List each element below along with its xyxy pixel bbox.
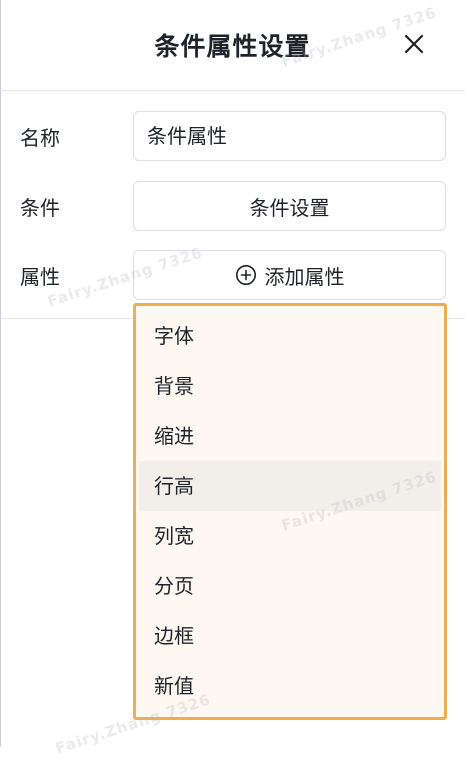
dropdown-item-line-height[interactable]: 行高 xyxy=(139,461,441,511)
dropdown-item-page-break[interactable]: 分页 xyxy=(139,561,441,611)
panel-left-border xyxy=(0,0,1,747)
add-attribute-label: 添加属性 xyxy=(264,264,345,289)
condition-label: 条件 xyxy=(20,196,60,220)
dropdown-item-column-width[interactable]: 列宽 xyxy=(139,511,441,561)
attribute-label: 属性 xyxy=(20,265,60,289)
add-attribute-button[interactable]: 添加属性 xyxy=(133,250,446,300)
condition-settings-button[interactable]: 条件设置 xyxy=(133,181,446,231)
name-input[interactable]: 条件属性 xyxy=(133,111,446,161)
header-divider xyxy=(0,90,465,91)
dropdown-item-indent[interactable]: 缩进 xyxy=(139,411,441,461)
dropdown-item-border[interactable]: 边框 xyxy=(139,611,441,661)
name-label: 名称 xyxy=(20,126,60,150)
plus-circle-icon xyxy=(235,264,257,286)
dropdown-item-new-value[interactable]: 新值 xyxy=(139,661,441,711)
dialog-header: 条件属性设置 xyxy=(0,0,465,90)
dropdown-item-font[interactable]: 字体 xyxy=(139,311,441,361)
condition-settings-label: 条件设置 xyxy=(249,195,330,220)
attribute-dropdown-menu: 字体 背景 缩进 行高 列宽 分页 边框 新值 xyxy=(133,303,447,720)
dropdown-item-background[interactable]: 背景 xyxy=(139,361,441,411)
dialog-title: 条件属性设置 xyxy=(154,32,311,61)
close-button[interactable] xyxy=(398,28,430,60)
close-icon xyxy=(404,34,424,54)
